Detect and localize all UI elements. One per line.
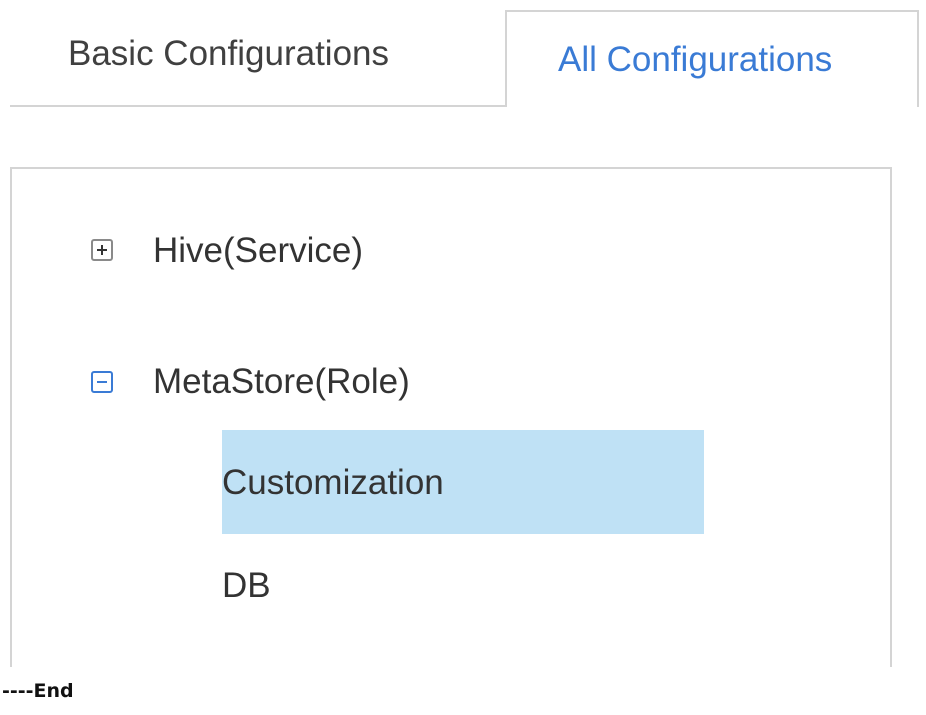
tree-node-hive-service[interactable]: Hive(Service): [153, 233, 363, 268]
tab-label: Basic Configurations: [68, 34, 389, 73]
tree-node-label: Hive(Service): [153, 231, 364, 270]
config-tree-panel: [10, 167, 892, 667]
tab-basic-configurations[interactable]: Basic Configurations: [10, 36, 506, 106]
tree-node-label: MetaStore(Role): [153, 362, 410, 401]
tree-node-db[interactable]: DB: [222, 568, 271, 603]
tree-node-metastore-role[interactable]: MetaStore(Role): [153, 364, 410, 399]
tab-label: All Configurations: [558, 40, 833, 79]
tree-node-customization[interactable]: Customization: [222, 465, 444, 500]
tree-node-label: Customization: [222, 463, 444, 502]
end-marker-text: ----End: [2, 680, 74, 702]
minus-box-icon[interactable]: [91, 371, 113, 393]
tab-all-configurations[interactable]: All Configurations: [505, 10, 919, 107]
tree-node-label: DB: [222, 566, 271, 605]
plus-box-icon[interactable]: [91, 239, 113, 261]
